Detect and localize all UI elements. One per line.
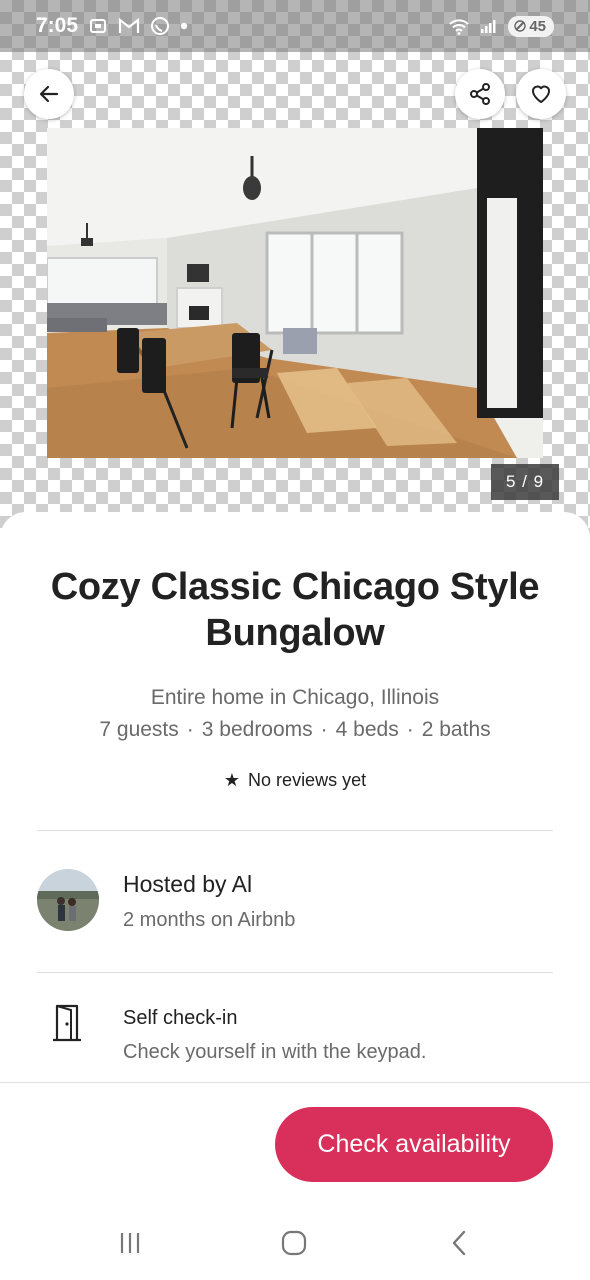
fact-baths: 2 baths: [421, 718, 491, 741]
rating-row: ★ No reviews yet: [0, 770, 590, 791]
status-left: 7:05: [36, 14, 188, 38]
rating-text: No reviews yet: [248, 770, 367, 790]
wifi-icon: [448, 17, 470, 35]
fact-separator: ·: [186, 718, 194, 741]
fact-separator: ·: [406, 718, 414, 741]
fact-guests: 7 guests: [99, 718, 179, 741]
host-tenure: 2 months on Airbnb: [123, 909, 296, 931]
system-back-button[interactable]: [440, 1228, 480, 1258]
listing-subtitle: Entire home in Chicago, Illinois: [150, 686, 440, 709]
recent-apps-button[interactable]: [110, 1228, 150, 1258]
screenshot-icon: [88, 16, 108, 36]
status-bar: 7:05 45: [0, 0, 590, 52]
listing-facts: 7 guests · 3 bedrooms · 4 beds · 2 baths: [0, 718, 590, 742]
host-name: Hosted by Al: [123, 871, 253, 897]
status-time: 7:05: [36, 14, 79, 37]
listing-title: Cozy Classic Chicago Style Bungalow: [50, 566, 540, 654]
gmail-icon: [118, 17, 140, 35]
share-button[interactable]: [455, 69, 505, 119]
home-icon: [281, 1230, 307, 1256]
chevron-left-icon: [452, 1230, 466, 1256]
host-avatar[interactable]: [37, 869, 99, 931]
dot-icon: [180, 22, 188, 30]
back-button[interactable]: [24, 69, 74, 119]
battery-icon: 45: [508, 15, 554, 37]
share-icon: [470, 83, 490, 105]
recent-apps-icon: [120, 1233, 140, 1253]
listing-photo[interactable]: [47, 128, 543, 458]
checkin-description: Check yourself in with the keypad.: [123, 1041, 427, 1063]
home-button[interactable]: [274, 1228, 314, 1258]
checkin-title: Self check-in: [123, 1007, 238, 1029]
signal-icon: [480, 18, 498, 34]
check-availability-button[interactable]: Check availability: [275, 1107, 553, 1182]
arrow-left-icon: [39, 85, 59, 103]
photo-counter: 5 / 9: [491, 464, 559, 500]
fact-bedrooms: 3 bedrooms: [201, 718, 313, 741]
whatsapp-icon: [150, 16, 170, 36]
save-button[interactable]: [516, 69, 566, 119]
star-icon: ★: [223, 770, 241, 790]
status-right: 45: [448, 15, 554, 37]
battery-level: 45: [529, 17, 546, 35]
divider: [37, 972, 553, 973]
divider: [37, 830, 553, 831]
heart-icon: [532, 85, 550, 103]
fact-separator: ·: [320, 718, 328, 741]
door-icon: [49, 1003, 85, 1043]
fact-beds: 4 beds: [335, 718, 399, 741]
